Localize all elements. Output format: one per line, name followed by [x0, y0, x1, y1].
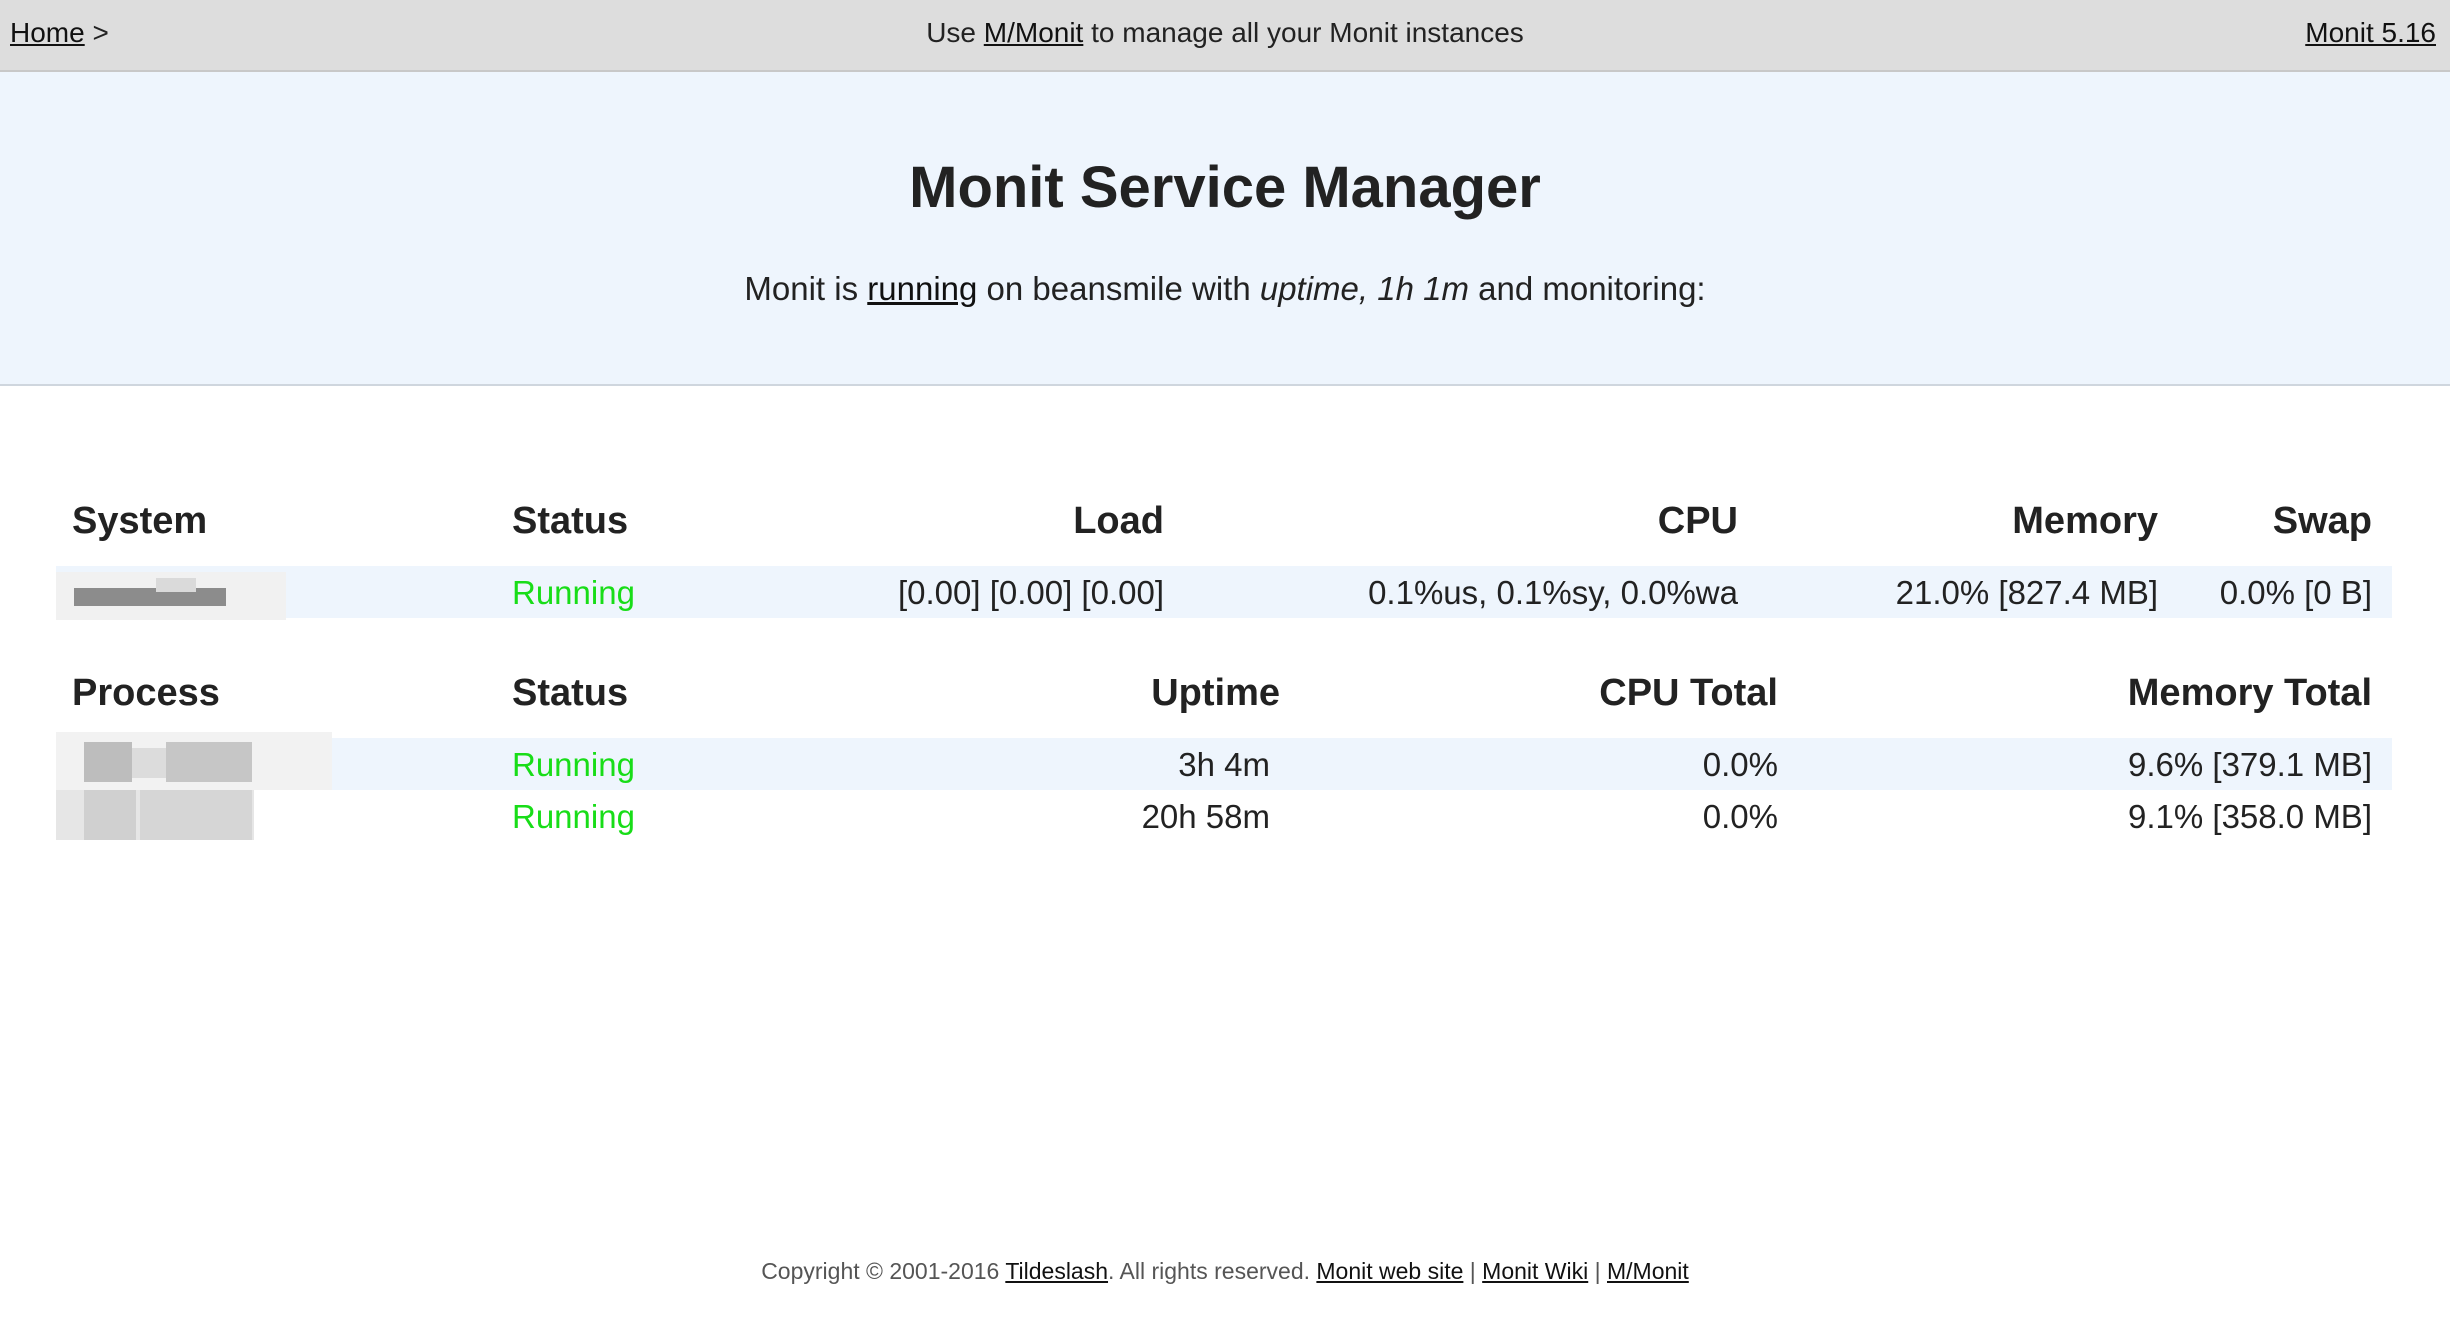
top-bar: Home > Use M/Monit to manage all your Mo…: [0, 0, 2450, 72]
footer-separator: |: [1588, 1258, 1607, 1284]
tildeslash-link[interactable]: Tildeslash: [1005, 1258, 1108, 1284]
uptime-value: 20h 58m: [1141, 798, 1270, 835]
version-link[interactable]: Monit 5.16: [2305, 17, 2436, 48]
load-value: [0.00] [0.00] [0.00]: [897, 574, 1164, 611]
col-process: Process: [72, 672, 220, 714]
rights-text: . All rights reserved.: [1108, 1258, 1317, 1284]
cpu-total-value: 0.0%: [1702, 746, 1778, 783]
copyright-text: Copyright © 2001-2016: [761, 1258, 1006, 1284]
mmonit-promo: Use M/Monit to manage all your Monit ins…: [0, 17, 2450, 49]
footer-mmonit-link[interactable]: M/Monit: [1607, 1258, 1689, 1284]
col-cpu-total: CPU Total: [1599, 672, 1778, 714]
page-header: Monit Service Manager Monit is running o…: [0, 72, 2450, 386]
col-load: Load: [1073, 500, 1164, 542]
summary-uptime: uptime, 1h 1m: [1259, 270, 1469, 307]
mmonit-link[interactable]: M/Monit: [984, 17, 1084, 48]
summary-prefix: Monit is: [744, 270, 868, 307]
promo-prefix: Use: [926, 17, 984, 48]
table-row[interactable]: Running 20h 58m 0.0% 9.1% [358.0 MB]: [56, 790, 2392, 842]
page-title: Monit Service Manager: [909, 155, 1541, 220]
memory-value: 21.0% [827.4 MB]: [1895, 574, 2158, 611]
col-memory: Memory: [2012, 500, 2158, 542]
col-status: Status: [512, 672, 629, 714]
status-running: Running: [512, 746, 635, 783]
col-system: System: [72, 500, 208, 542]
status-summary: Monit is running on beansmile with uptim…: [0, 270, 2450, 308]
col-memory-total: Memory Total: [2127, 672, 2372, 714]
running-status-link[interactable]: running: [867, 270, 977, 307]
footer-separator: |: [1463, 1258, 1483, 1284]
table-row[interactable]: Running 3h 4m 0.0% 9.6% [379.1 MB]: [56, 732, 2392, 790]
cpu-value: 0.1%us, 0.1%sy, 0.0%wa: [1368, 574, 1738, 611]
col-uptime: Uptime: [1151, 672, 1280, 714]
summary-suffix: and monitoring:: [1468, 270, 1706, 307]
monit-wiki-link[interactable]: Monit Wiki: [1482, 1258, 1588, 1284]
cpu-total-value: 0.0%: [1702, 798, 1778, 835]
col-cpu: CPU: [1657, 500, 1738, 542]
summary-host: on beansmile with: [977, 270, 1260, 307]
table-row[interactable]: Running [0.00] [0.00] [0.00] 0.1%us, 0.1…: [56, 566, 2392, 620]
memory-total-value: 9.1% [358.0 MB]: [2128, 798, 2372, 835]
memory-total-value: 9.6% [379.1 MB]: [2128, 746, 2372, 783]
col-swap: Swap: [2272, 500, 2372, 542]
status-running: Running: [512, 798, 635, 835]
swap-value: 0.0% [0 B]: [2219, 574, 2372, 611]
footer: Copyright © 2001-2016 Tildeslash. All ri…: [0, 1258, 2450, 1285]
monit-web-site-link[interactable]: Monit web site: [1316, 1258, 1463, 1284]
promo-suffix: to manage all your Monit instances: [1083, 17, 1524, 48]
status-running: Running: [512, 574, 635, 611]
uptime-value: 3h 4m: [1178, 746, 1270, 783]
col-status: Status: [512, 500, 629, 542]
